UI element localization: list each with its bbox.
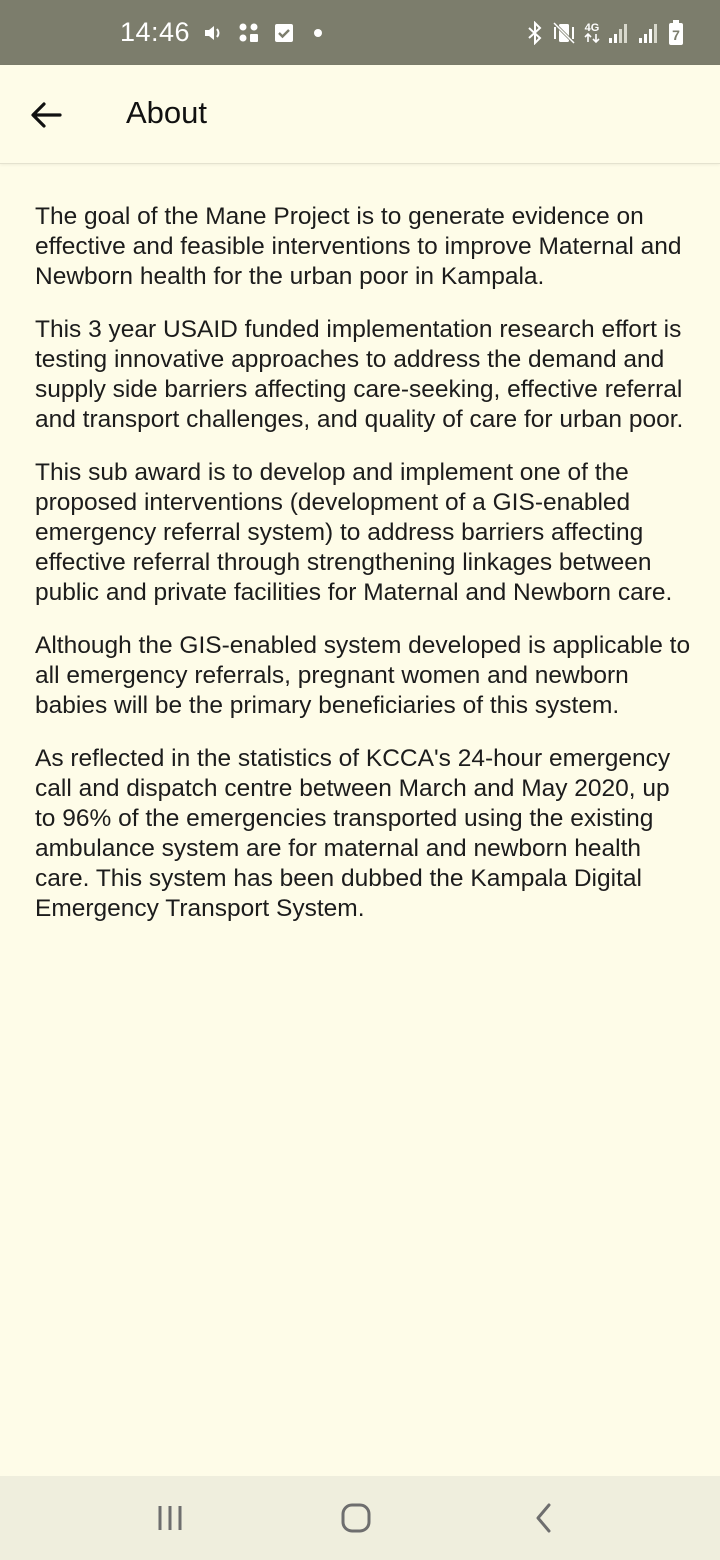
back-icon xyxy=(533,1502,555,1534)
volume-icon xyxy=(204,24,224,42)
status-time: 14:46 xyxy=(120,17,191,47)
back-button[interactable] xyxy=(20,89,72,141)
about-paragraph: The goal of the Mane Project is to gener… xyxy=(35,203,682,290)
system-nav-bar xyxy=(0,1476,720,1560)
battery-icon: 7 xyxy=(668,19,684,46)
dot-icon xyxy=(308,28,328,38)
nav-back-button[interactable] xyxy=(514,1498,574,1538)
signal-icon xyxy=(608,22,630,44)
status-bar: 14:46 4G 7 xyxy=(0,0,720,65)
apps-grid-icon xyxy=(238,22,260,44)
app-bar: About xyxy=(0,65,720,164)
checkbox-icon xyxy=(274,23,294,43)
about-paragraph: This 3 year USAID funded implementation … xyxy=(35,316,684,433)
page-title: About xyxy=(126,95,208,130)
battery-level: 7 xyxy=(672,26,680,43)
bluetooth-icon xyxy=(526,20,544,45)
vibrate-mute-icon xyxy=(552,21,576,45)
home-icon xyxy=(340,1502,372,1534)
recent-apps-icon xyxy=(155,1504,185,1532)
status-right-icons: 4G 7 xyxy=(526,19,684,46)
about-paragraph: This sub award is to develop and impleme… xyxy=(35,459,673,606)
about-content: The goal of the Mane Project is to gener… xyxy=(35,202,695,947)
signal-icon xyxy=(638,22,660,44)
about-paragraph: As reflected in the statistics of KCCA's… xyxy=(35,745,671,922)
about-paragraph: Although the GIS-enabled system develope… xyxy=(35,632,691,719)
network-label: 4G xyxy=(584,21,600,34)
home-button[interactable] xyxy=(326,1498,386,1538)
network-4g-icon: 4G xyxy=(584,21,600,43)
arrow-back-icon xyxy=(30,101,62,129)
status-left-icons xyxy=(204,22,328,44)
recent-apps-button[interactable] xyxy=(140,1498,200,1538)
